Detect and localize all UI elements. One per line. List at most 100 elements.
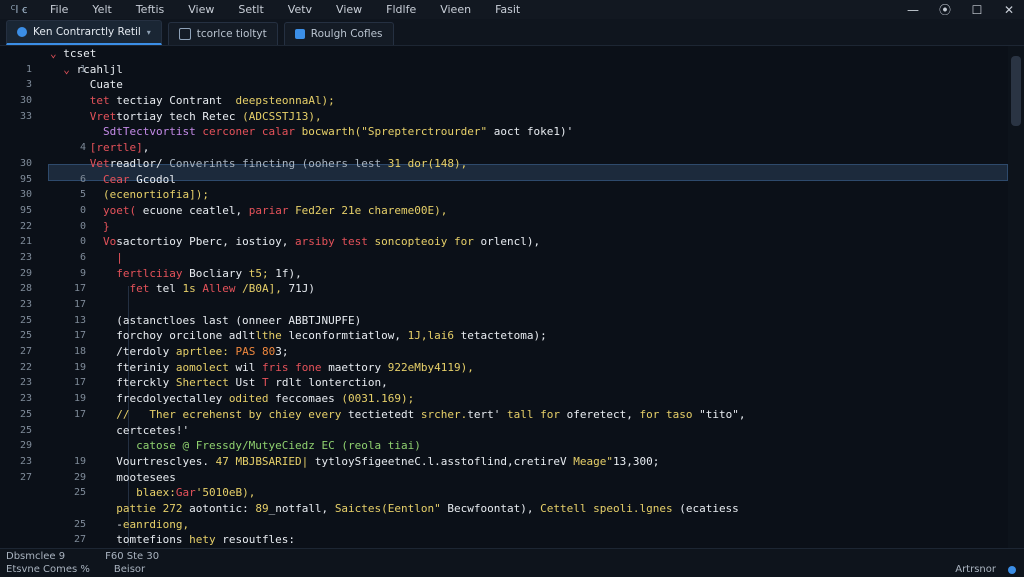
code-line[interactable]: blaex:Gar'5010eB), <box>50 485 1006 501</box>
code-token: Bocliary <box>189 266 249 280</box>
code-line[interactable]: mootesees <box>50 470 1006 486</box>
file-icon <box>178 28 191 40</box>
code-token: 31 dor(148), <box>387 156 468 170</box>
code-line[interactable]: [rertle], <box>50 140 1006 156</box>
code-editor[interactable]: 1 3 30 33 30 95 30 95 22 21 23 29 28 23 25 25 27 22 23 23 25… <box>0 46 1024 548</box>
code-line[interactable]: tomtefions hety resoutfles: <box>50 532 1006 548</box>
code-token: for taso <box>639 407 700 421</box>
code-token: tetactetoma); <box>460 329 547 343</box>
menu-item[interactable]: Vieen <box>428 3 483 16</box>
code-line[interactable]: catose @ Fressdy/MutyeCiedz EC (reola ti… <box>50 438 1006 454</box>
code-line[interactable]: Cear Gcodol <box>50 172 1006 188</box>
status-item[interactable]: Artrsnor <box>955 564 996 575</box>
code-token: ⌄ <box>50 62 77 76</box>
code-line[interactable] <box>50 297 1006 313</box>
code-line[interactable]: frecdolyectalley odited feccomaes (0031.… <box>50 391 1006 407</box>
code-token: (0031.169); <box>341 392 415 406</box>
code-token: 1J,lai6 <box>407 329 461 343</box>
scrollbar-thumb[interactable] <box>1011 56 1021 126</box>
code-token: forchoy orcilone adlt <box>50 329 256 343</box>
code-token: tectietedt <box>348 407 421 421</box>
code-line[interactable]: /terdoly aprtlee: PAS 803; <box>50 344 1006 360</box>
code-line[interactable]: (astanctloes last (onneer ABBTJNUPFE) <box>50 313 1006 329</box>
line-number: 3 <box>25 79 32 91</box>
code-line[interactable]: // Ther ecrehenst by chiey every tectiet… <box>50 407 1006 423</box>
line-number: 25 <box>19 330 32 342</box>
status-item[interactable]: Etsvne Comes % <box>6 564 90 575</box>
code-token: pattie 272 <box>116 501 190 515</box>
menu-item[interactable]: Vetv <box>276 3 324 16</box>
close-icon[interactable]: ✕ <box>1002 3 1016 17</box>
status-item[interactable]: F60 Ste 30 <box>105 551 159 562</box>
code-line[interactable]: Cuate <box>50 77 1006 93</box>
menu-item[interactable]: Yelt <box>80 3 123 16</box>
status-item[interactable]: Beisor <box>114 564 145 575</box>
code-line[interactable]: } <box>50 219 1006 235</box>
code-line[interactable]: Vetreadlor/ Converints fincting (oohers … <box>50 156 1006 172</box>
line-number: 29 <box>19 267 32 279</box>
status-right: Artrsnor <box>955 564 1016 575</box>
code-token: tectiay Contrant <box>116 94 236 108</box>
code-line[interactable]: ⌄ tcset <box>50 46 1006 62</box>
code-line[interactable]: yoet( ecuone ceatlel, pariar Fed2er 21e … <box>50 203 1006 219</box>
tab-contract-retil[interactable]: Ken Contrarctly Retil ▾ <box>6 20 162 45</box>
tab-label: tcorlce tioltyt <box>196 28 267 40</box>
code-line[interactable]: ⌄ rcahljl <box>50 62 1006 78</box>
code-line[interactable]: | <box>50 250 1006 266</box>
menu-item[interactable]: File <box>38 3 80 16</box>
code-line[interactable]: tet tectiay Contrant deepsteonnaAl); <box>50 93 1006 109</box>
menu-item[interactable]: View <box>324 3 374 16</box>
line-number: 23 <box>19 455 32 467</box>
code-token: Cuate <box>50 78 123 92</box>
code-line[interactable]: Vourtresclyes. 47 MBJBSARIED| tytloySfig… <box>50 454 1006 470</box>
menu-items: File Yelt Teftis View Setlt Vetv View Fldlfe Vie… <box>38 3 532 16</box>
vertical-scrollbar[interactable] <box>1008 46 1024 548</box>
code-token: 1s <box>182 282 203 296</box>
maximize-icon[interactable]: ☐ <box>970 3 984 17</box>
code-line[interactable]: -eanrdiong, <box>50 517 1006 533</box>
menu-item[interactable]: View <box>176 3 226 16</box>
line-number: 25 <box>19 424 32 436</box>
code-token: 47 MBJBSARIED| <box>215 454 315 468</box>
chevron-down-icon[interactable]: ▾ <box>147 28 151 37</box>
code-token: aoct foke1)' <box>487 125 574 139</box>
code-line[interactable]: fertlciiay Bocliary t5; 1f), <box>50 266 1006 282</box>
code-line[interactable]: (ecenortiofia]); <box>50 187 1006 203</box>
code-token: oferetect, <box>566 407 640 421</box>
tab-cortce-tioltyt[interactable]: tcorlce tioltyt <box>167 22 278 45</box>
code-line[interactable]: SdtTectvortist cerconer calar bocwarth("… <box>50 124 1006 140</box>
code-token: Ust <box>235 376 262 390</box>
minimize-icon[interactable]: — <box>906 3 920 17</box>
code-line[interactable]: Vosactortioy Pberc, iostioy, arsiby test… <box>50 234 1006 250</box>
record-icon[interactable]: ⦿ <box>938 3 952 17</box>
code-token: Saictes(Eentlon" <box>334 501 448 515</box>
line-number: 95 <box>19 204 32 216</box>
code-line[interactable]: fterckly Shertect Ust T rdlt lonterction… <box>50 375 1006 391</box>
code-line[interactable]: Vrettortiay tech Retec (ADCSSTJ13), <box>50 109 1006 125</box>
notification-icon[interactable] <box>1008 565 1016 574</box>
code-line[interactable]: pattie 272 aotontic: 89_notfall, Saictes… <box>50 501 1006 517</box>
code-line[interactable]: fet tel 1s Allew /B0A], 71J) <box>50 281 1006 297</box>
code-token: tomtefions <box>50 533 190 547</box>
menu-item[interactable]: Fldlfe <box>374 3 428 16</box>
code-line[interactable]: fteriniy aomolect wil fris fone maettory… <box>50 360 1006 376</box>
menu-item[interactable]: Setlt <box>226 3 275 16</box>
code-token: yoet( <box>102 203 143 217</box>
line-number: 33 <box>19 110 32 122</box>
status-item[interactable]: Dbsmclee 9 <box>6 551 65 562</box>
tab-roulgh-cofles[interactable]: Roulgh Cofles <box>283 22 394 45</box>
code-line[interactable]: forchoy orcilone adltlthe leconformtiatl… <box>50 328 1006 344</box>
menu-item[interactable]: Teftis <box>124 3 176 16</box>
code-token: wil <box>235 360 262 374</box>
code-line[interactable]: certcetes!' <box>50 423 1006 439</box>
code-token: mootesees <box>50 470 176 484</box>
code-area[interactable]: ⌄ tcset ⌄ rcahljl Cuate tet tectiay Cont… <box>50 46 1006 548</box>
menu-item[interactable]: Fasit <box>483 3 532 16</box>
code-token: ecuone ceatlel, <box>142 203 249 217</box>
